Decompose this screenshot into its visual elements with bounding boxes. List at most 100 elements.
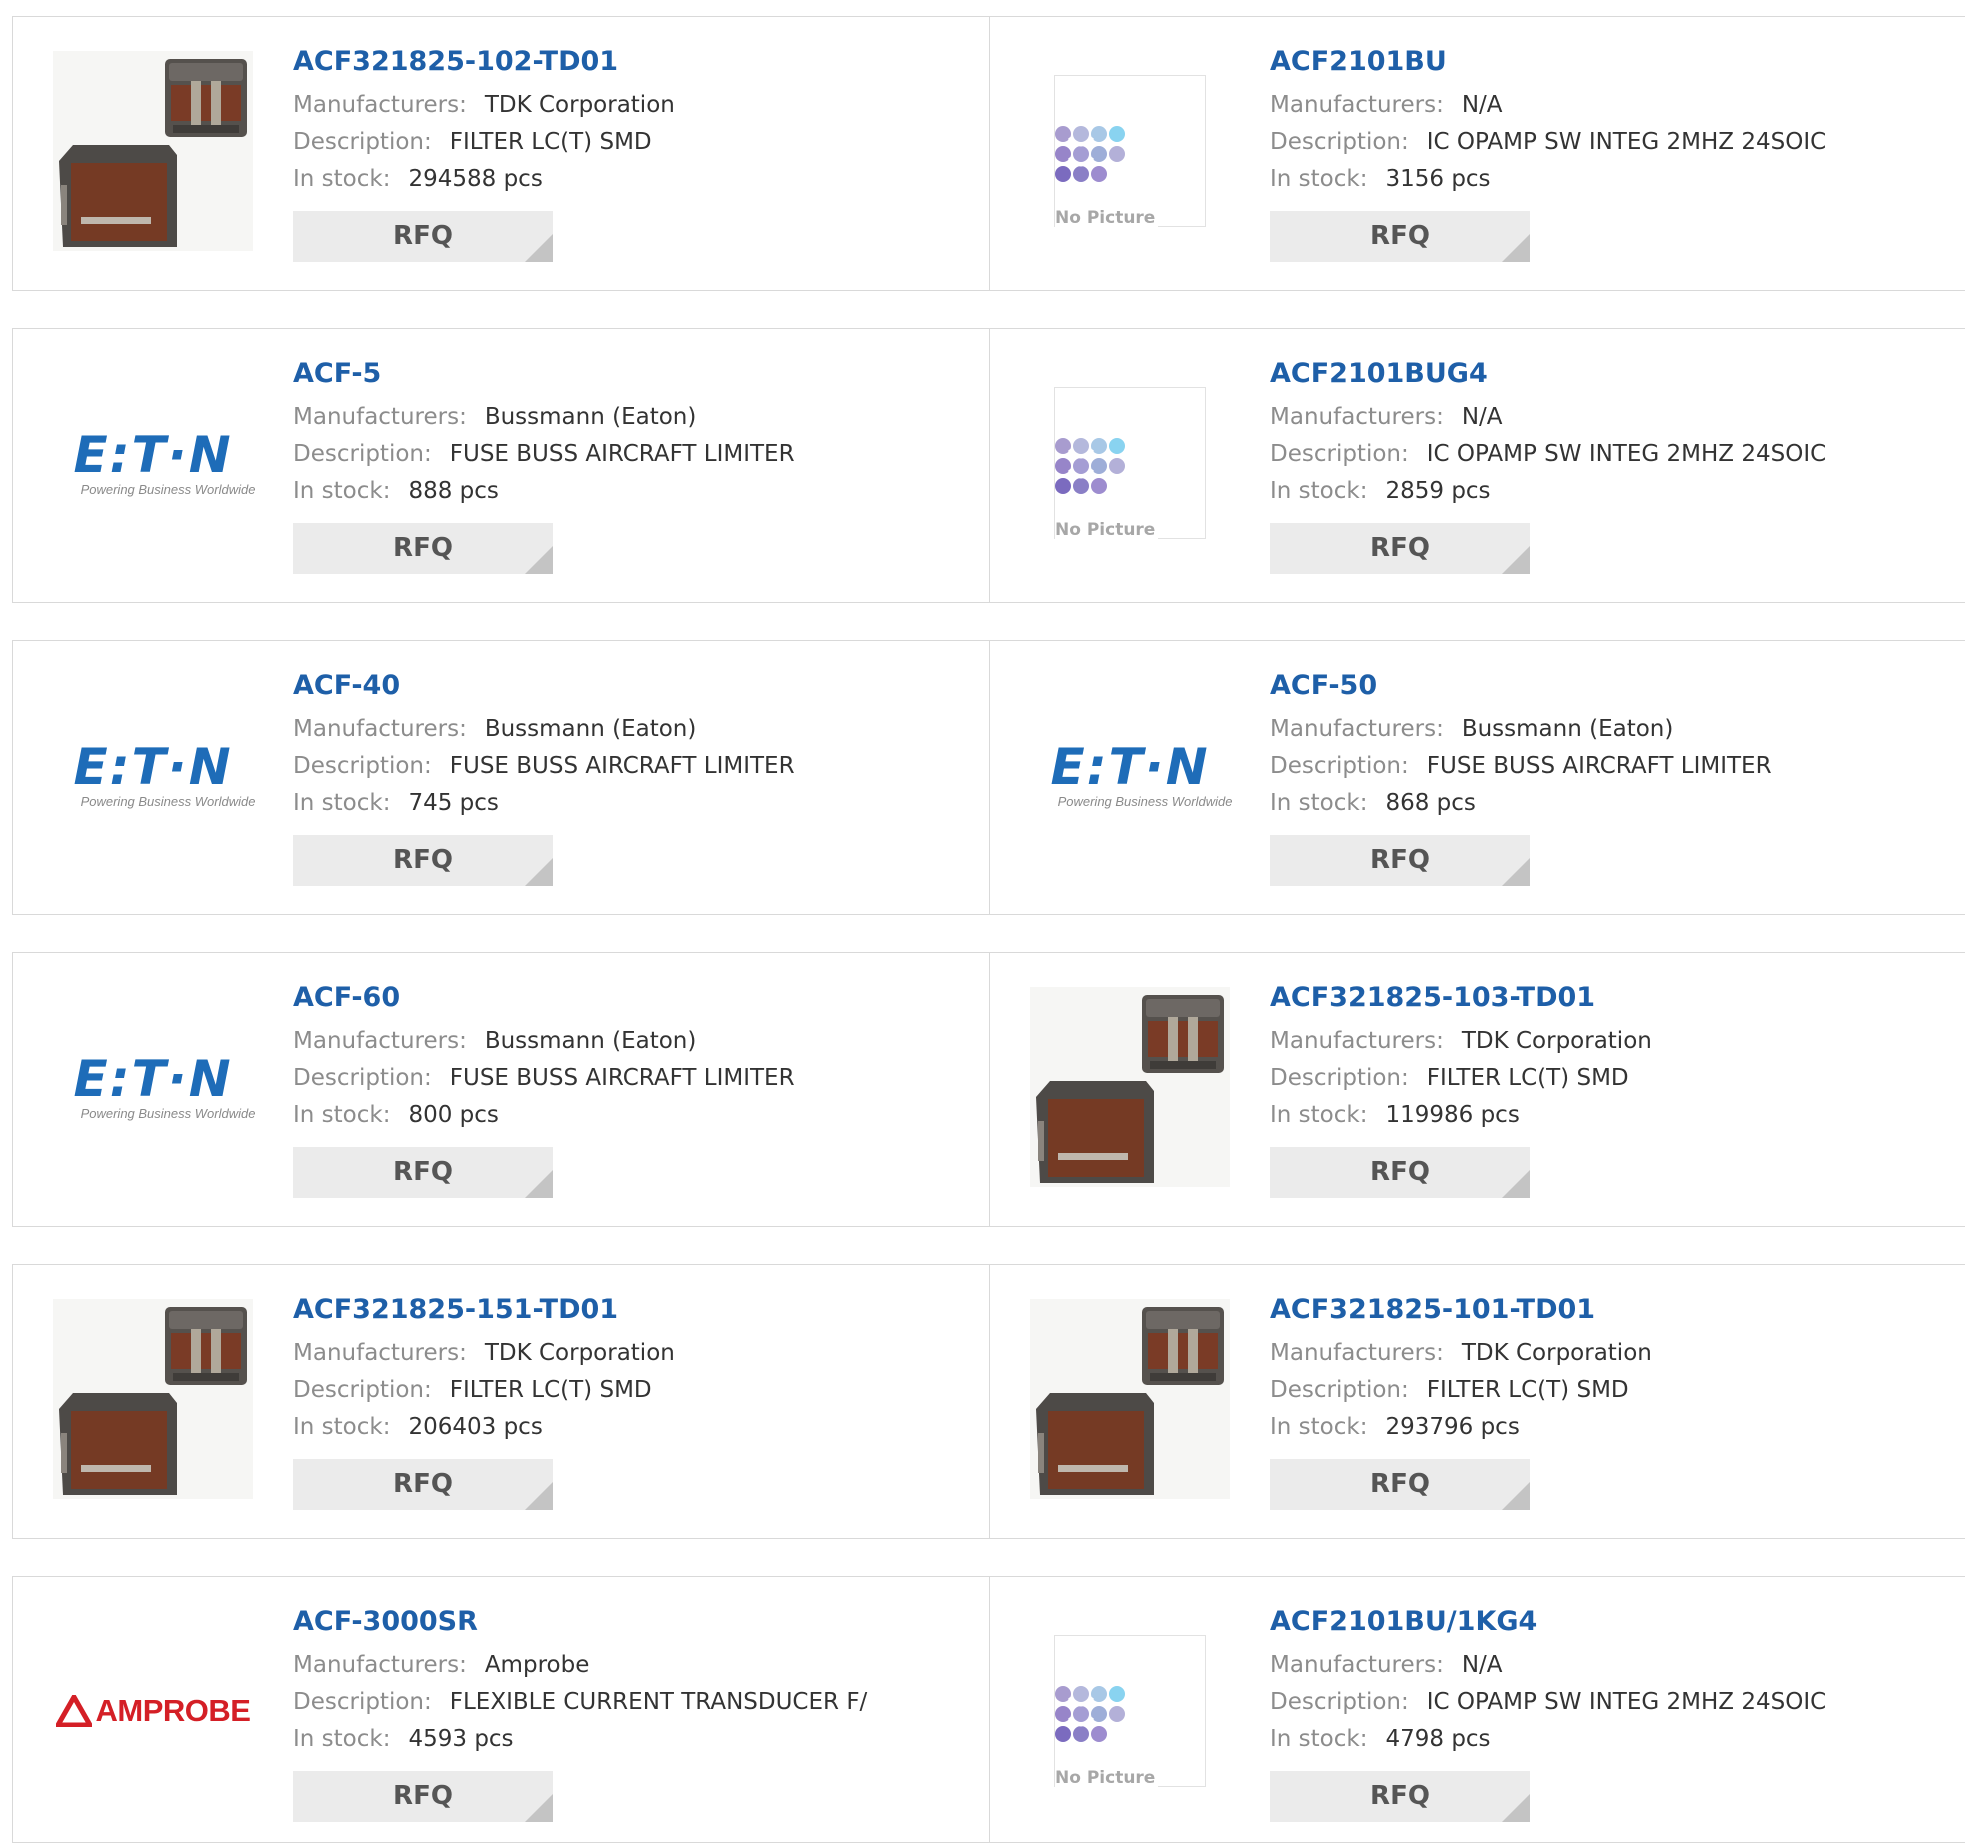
rfq-label: RFQ [1370,1157,1430,1187]
stock-value: 888 pcs [408,478,499,504]
rfq-label: RFQ [393,1781,453,1811]
rfq-corner-decoration [525,858,553,886]
part-number-link[interactable]: ACF-50 [1270,669,1772,705]
product-info: ACF-60 Manufacturers: Bussmann (Eaton) De… [293,981,795,1198]
description-row: Description: FUSE BUSS AIRCRAFT LIMITER [293,436,795,473]
product-thumbnail[interactable] [1030,1299,1230,1499]
part-number-link[interactable]: ACF-60 [293,981,795,1017]
rfq-corner-decoration [525,1794,553,1822]
description-value: FLEXIBLE CURRENT TRANSDUCER F/ [449,1689,868,1715]
part-number-link[interactable]: ACF2101BUG4 [1270,357,1826,393]
rfq-button[interactable]: RFQ [293,1771,553,1822]
rfq-button[interactable]: RFQ [1270,1459,1530,1510]
description-value: FUSE BUSS AIRCRAFT LIMITER [449,753,795,779]
stock-label: In stock: [293,1726,391,1752]
rfq-button[interactable]: RFQ [293,523,553,574]
part-number-link[interactable]: ACF-3000SR [293,1605,867,1641]
product-info: ACF321825-151-TD01 Manufacturers: TDK Cor… [293,1293,675,1510]
product-thumbnail[interactable] [1030,987,1230,1187]
description-row: Description: FILTER LC(T) SMD [1270,1372,1652,1409]
part-number-link[interactable]: ACF321825-101-TD01 [1270,1293,1652,1329]
product-card: ACF321825-102-TD01 Manufacturers: TDK Cor… [12,16,990,291]
product-thumbnail[interactable]: No Picture [1030,363,1230,563]
stock-row: In stock: 868 pcs [1270,785,1772,822]
product-card: E:T·N Powering Business Worldwide ACF-5 … [12,328,990,603]
product-info: ACF321825-101-TD01 Manufacturers: TDK Cor… [1270,1293,1652,1510]
rfq-button[interactable]: RFQ [1270,523,1530,574]
stock-row: In stock: 2859 pcs [1270,473,1826,510]
rfq-button[interactable]: RFQ [1270,835,1530,886]
no-picture-placeholder: No Picture [1054,75,1206,228]
description-label: Description: [293,441,432,467]
manufacturer-label: Manufacturers: [1270,1652,1444,1678]
manufacturer-value: TDK Corporation [484,1340,675,1366]
description-value: FUSE BUSS AIRCRAFT LIMITER [1426,753,1772,779]
tdk-filter-image [53,1299,253,1499]
rfq-corner-decoration [525,1170,553,1198]
part-number-link[interactable]: ACF2101BU [1270,45,1826,81]
description-row: Description: FUSE BUSS AIRCRAFT LIMITER [1270,748,1772,785]
manufacturer-label: Manufacturers: [293,92,467,118]
manufacturer-row: Manufacturers: N/A [1270,399,1826,436]
product-thumbnail[interactable]: AMPROBE [53,1611,253,1811]
stock-row: In stock: 294588 pcs [293,161,675,198]
description-row: Description: FUSE BUSS AIRCRAFT LIMITER [293,1060,795,1097]
rfq-button[interactable]: RFQ [293,835,553,886]
product-thumbnail[interactable] [53,1299,253,1499]
eaton-wordmark: E:T·N [1050,737,1210,796]
rfq-corner-decoration [525,1482,553,1510]
stock-row: In stock: 745 pcs [293,785,795,822]
rfq-label: RFQ [1370,845,1430,875]
manufacturer-label: Manufacturers: [293,716,467,742]
stock-value: 745 pcs [408,790,499,816]
eaton-tagline: Powering Business Worldwide [80,793,256,809]
product-info: ACF-3000SR Manufacturers: Amprobe Descrip… [293,1605,867,1822]
rfq-button[interactable]: RFQ [1270,1771,1530,1822]
amprobe-wordmark: AMPROBE [95,1693,251,1728]
eaton-tagline: Powering Business Worldwide [80,481,256,497]
manufacturer-row: Manufacturers: TDK Corporation [293,87,675,124]
rfq-button[interactable]: RFQ [1270,211,1530,262]
rfq-button[interactable]: RFQ [293,1147,553,1198]
rfq-label: RFQ [393,1469,453,1499]
product-thumbnail[interactable]: E:T·N Powering Business Worldwide [1030,675,1233,875]
description-label: Description: [293,1377,432,1403]
rfq-button[interactable]: RFQ [1270,1147,1530,1198]
stock-label: In stock: [1270,790,1368,816]
product-thumbnail[interactable]: E:T·N Powering Business Worldwide [53,363,256,563]
description-row: Description: FILTER LC(T) SMD [293,124,675,161]
product-thumbnail[interactable]: No Picture [1030,51,1230,251]
eaton-tagline: Powering Business Worldwide [1057,793,1233,809]
description-label: Description: [1270,441,1409,467]
product-card: E:T·N Powering Business Worldwide ACF-60… [12,952,990,1227]
description-value: FILTER LC(T) SMD [449,129,652,155]
part-number-link[interactable]: ACF2101BU/1KG4 [1270,1605,1826,1641]
no-picture-label: No Picture [1055,520,1159,540]
product-thumbnail[interactable]: E:T·N Powering Business Worldwide [53,675,256,875]
stock-label: In stock: [1270,1102,1368,1128]
part-number-link[interactable]: ACF321825-102-TD01 [293,45,675,81]
manufacturer-value: N/A [1461,404,1503,430]
description-label: Description: [1270,753,1409,779]
description-row: Description: FUSE BUSS AIRCRAFT LIMITER [293,748,795,785]
part-number-link[interactable]: ACF321825-151-TD01 [293,1293,675,1329]
part-number-link[interactable]: ACF321825-103-TD01 [1270,981,1652,1017]
rfq-button[interactable]: RFQ [293,1459,553,1510]
description-row: Description: IC OPAMP SW INTEG 2MHZ 24SOI… [1270,1684,1826,1721]
part-number-link[interactable]: ACF-40 [293,669,795,705]
part-number-link[interactable]: ACF-5 [293,357,795,393]
product-grid: ACF321825-102-TD01 Manufacturers: TDK Cor… [0,0,1965,1843]
manufacturer-value: Bussmann (Eaton) [484,1028,697,1054]
eaton-logo: E:T·N Powering Business Worldwide [51,1054,255,1121]
manufacturer-value: TDK Corporation [1461,1028,1652,1054]
eaton-wordmark: E:T·N [73,737,233,796]
product-thumbnail[interactable] [53,51,253,251]
product-thumbnail[interactable]: E:T·N Powering Business Worldwide [51,987,255,1187]
rfq-label: RFQ [393,1157,453,1187]
rfq-corner-decoration [525,546,553,574]
description-label: Description: [293,1689,432,1715]
manufacturer-value: Bussmann (Eaton) [484,404,697,430]
product-info: ACF-5 Manufacturers: Bussmann (Eaton) Des… [293,357,795,574]
rfq-button[interactable]: RFQ [293,211,553,262]
product-thumbnail[interactable]: No Picture [1030,1611,1230,1811]
